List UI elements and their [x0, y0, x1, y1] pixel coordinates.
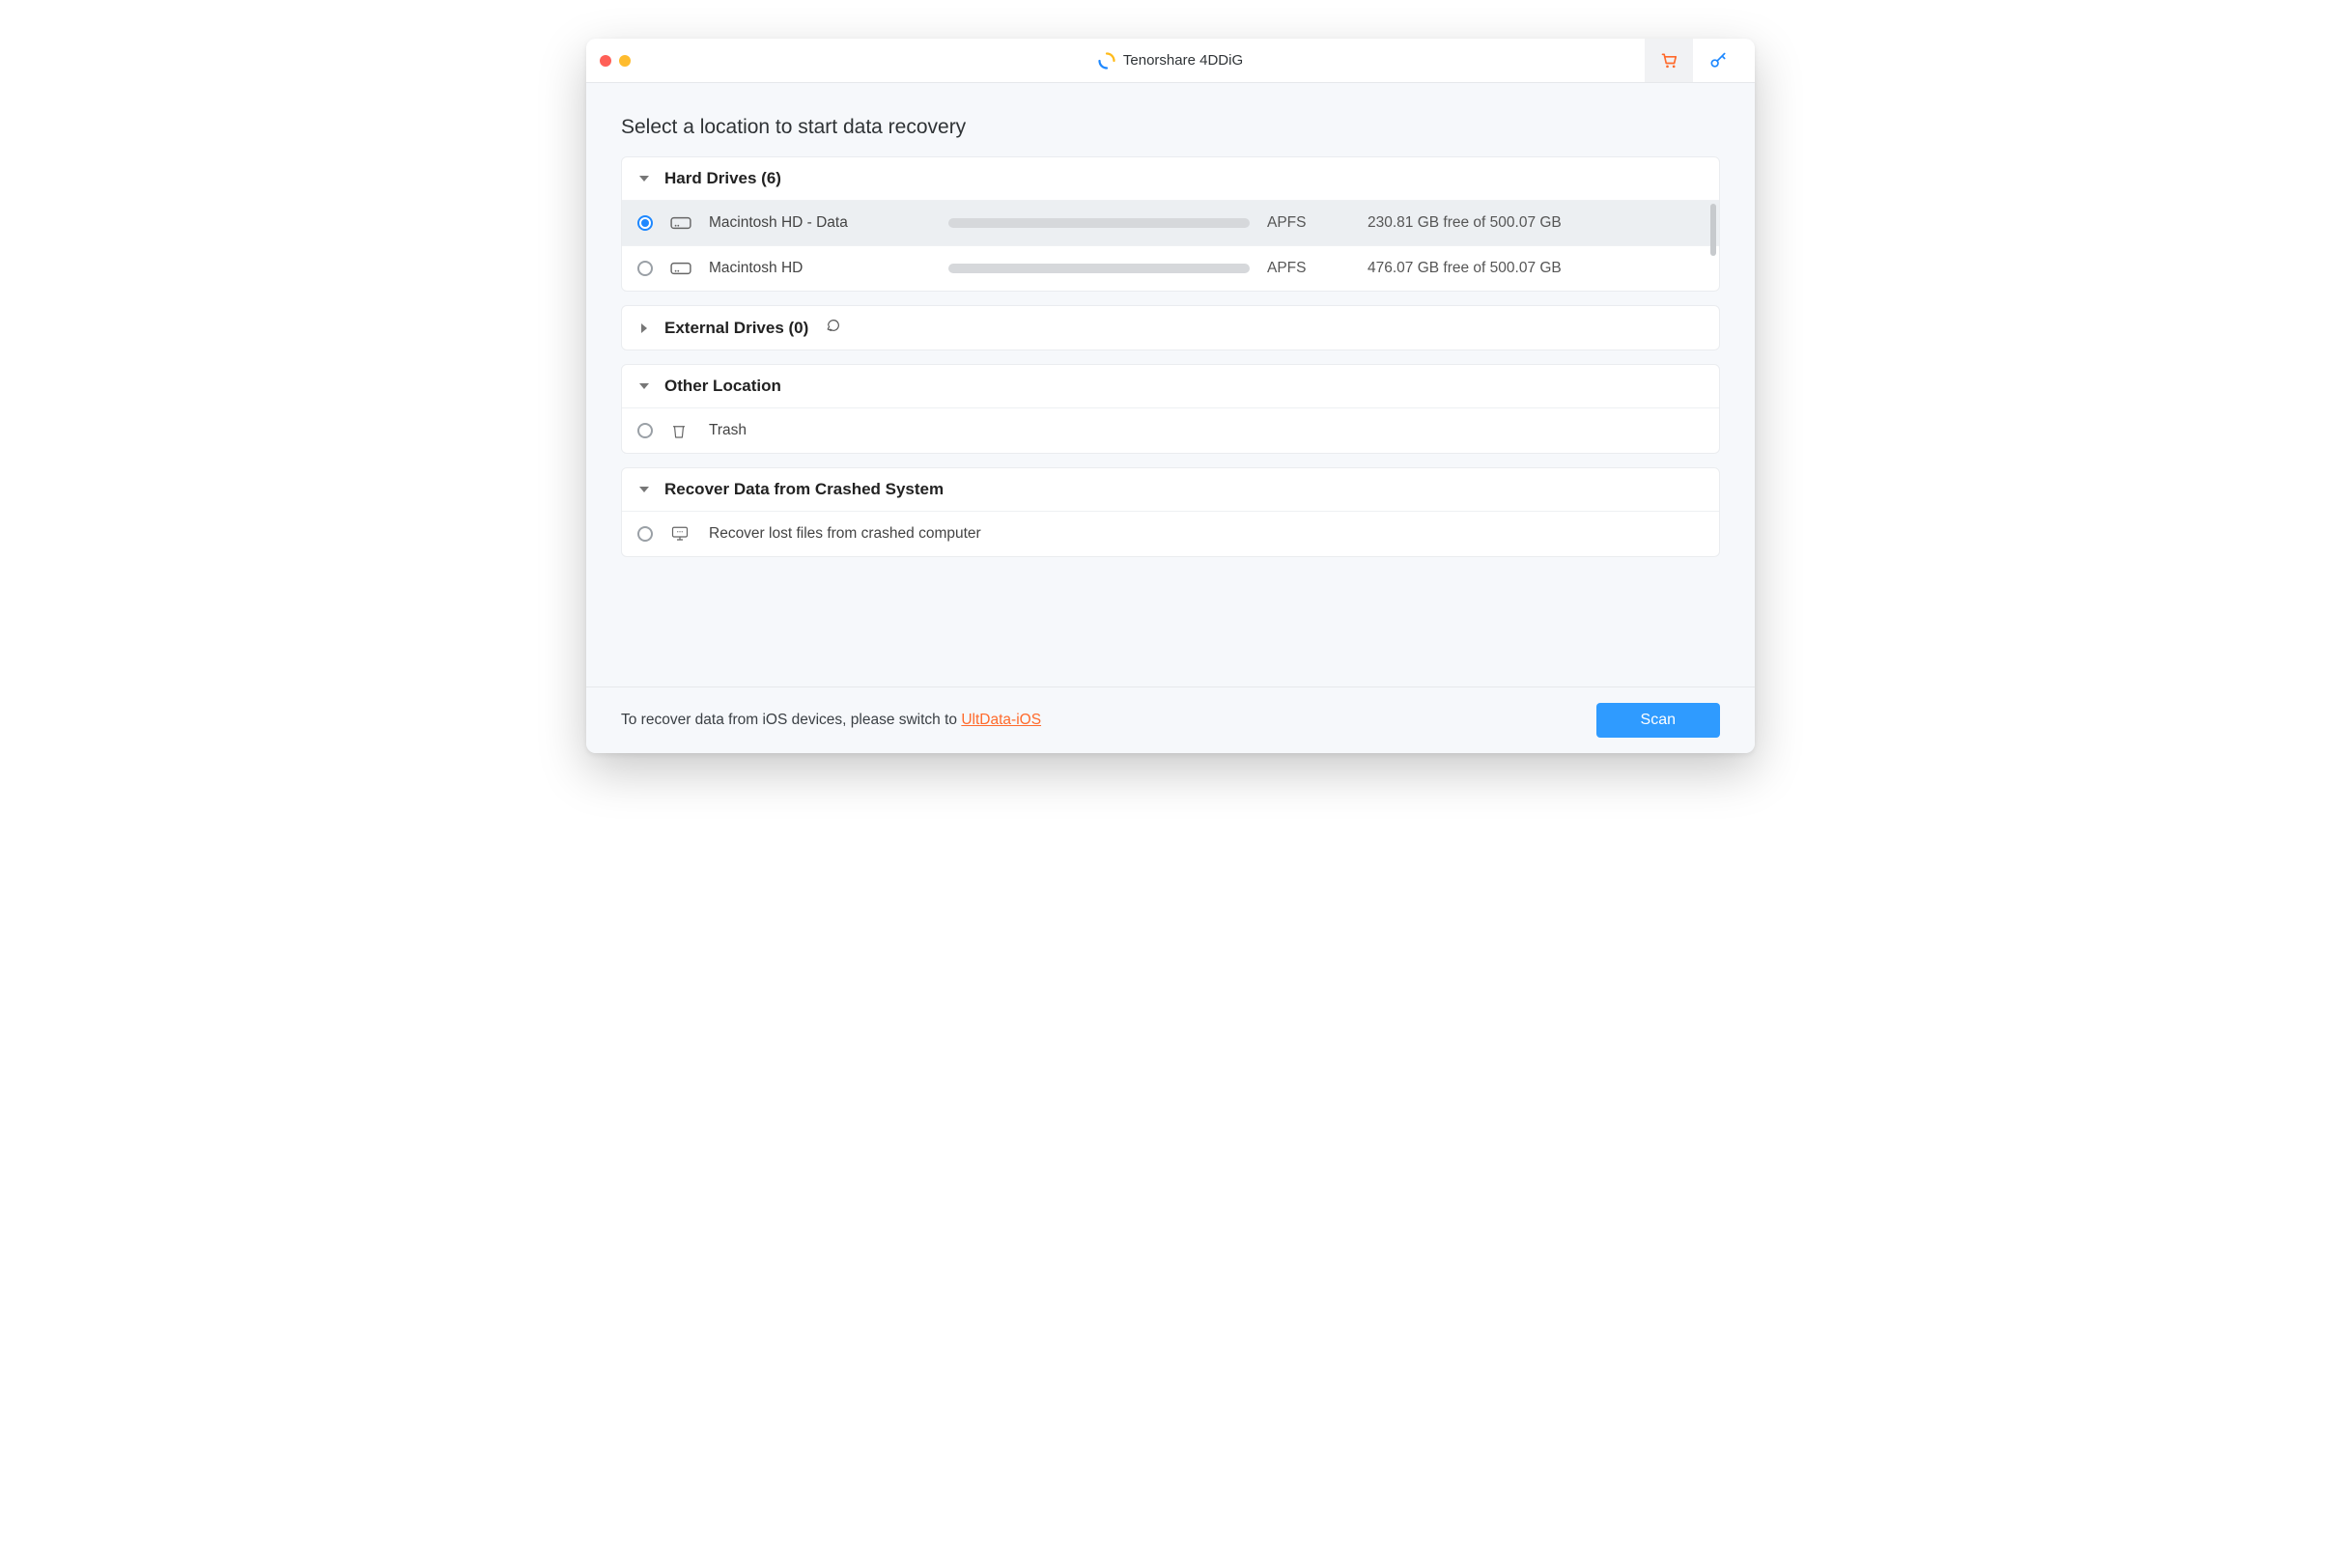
drive-radio[interactable]: [637, 215, 653, 231]
app-window: Tenorshare 4DDiG Select a location to st…: [586, 39, 1755, 753]
filesystem-label: APFS: [1267, 260, 1350, 277]
page-heading: Select a location to start data recovery: [621, 116, 1720, 139]
crashed-row[interactable]: Recover lost files from crashed computer: [622, 511, 1719, 556]
filesystem-label: APFS: [1267, 214, 1350, 232]
usage-bar: [948, 218, 1250, 228]
titlebar: Tenorshare 4DDiG: [586, 39, 1755, 83]
footer-prefix: To recover data from iOS devices, please…: [621, 712, 961, 728]
free-space-label: 230.81 GB free of 500.07 GB: [1368, 214, 1704, 232]
crashed-radio[interactable]: [637, 526, 653, 542]
location-radio[interactable]: [637, 423, 653, 438]
title-actions: [1645, 39, 1741, 82]
chevron-right-icon: [637, 322, 651, 335]
window-controls: [600, 55, 631, 67]
trash-icon: [670, 422, 691, 439]
drive-row-macintosh-hd-data[interactable]: Macintosh HD - Data APFS 230.81 GB free …: [622, 200, 1719, 245]
close-window-button[interactable]: [600, 55, 611, 67]
external-drives-label: External Drives (0): [664, 319, 808, 338]
key-icon: [1708, 51, 1728, 70]
crashed-system-header[interactable]: Recover Data from Crashed System: [622, 468, 1719, 511]
content-area: Select a location to start data recovery…: [586, 83, 1755, 686]
scrollbar-thumb[interactable]: [1710, 204, 1716, 256]
external-drives-header[interactable]: External Drives (0): [622, 306, 1719, 350]
external-drives-panel: External Drives (0): [621, 305, 1720, 350]
scan-button[interactable]: Scan: [1596, 703, 1720, 738]
drive-radio[interactable]: [637, 261, 653, 276]
free-space-label: 476.07 GB free of 500.07 GB: [1368, 260, 1704, 277]
usage-bar: [948, 264, 1250, 273]
crashed-system-panel: Recover Data from Crashed System Recover…: [621, 467, 1720, 557]
refresh-button[interactable]: [826, 318, 841, 338]
key-button[interactable]: [1693, 39, 1741, 82]
drive-name: Macintosh HD: [709, 260, 931, 277]
location-row-trash[interactable]: Trash: [622, 407, 1719, 453]
chevron-down-icon: [637, 172, 651, 185]
hard-drives-panel: Hard Drives (6) Macintosh HD - Data APFS…: [621, 156, 1720, 292]
other-location-header[interactable]: Other Location: [622, 365, 1719, 407]
drive-row-macintosh-hd[interactable]: Macintosh HD APFS 476.07 GB free of 500.…: [622, 245, 1719, 291]
chevron-down-icon: [637, 379, 651, 393]
title-center: Tenorshare 4DDiG: [586, 52, 1755, 70]
footer: To recover data from iOS devices, please…: [586, 686, 1755, 753]
hard-drive-icon: [670, 260, 691, 277]
refresh-icon: [826, 318, 841, 333]
app-logo-icon: [1098, 52, 1115, 70]
footer-text: To recover data from iOS devices, please…: [621, 712, 1041, 729]
other-location-panel: Other Location Trash: [621, 364, 1720, 454]
crashed-system-label: Recover Data from Crashed System: [664, 480, 944, 499]
cart-button[interactable]: [1645, 39, 1693, 82]
spacer: [621, 571, 1720, 686]
chevron-down-icon: [637, 483, 651, 496]
hard-drives-label: Hard Drives (6): [664, 169, 781, 188]
cart-icon: [1660, 51, 1679, 70]
crashed-description: Recover lost files from crashed computer: [709, 525, 981, 543]
other-location-label: Other Location: [664, 377, 781, 396]
hard-drive-icon: [670, 214, 691, 232]
drive-name: Macintosh HD - Data: [709, 214, 931, 232]
monitor-icon: [670, 525, 691, 543]
hard-drives-header[interactable]: Hard Drives (6): [622, 157, 1719, 200]
ultdata-ios-link[interactable]: UltData-iOS: [961, 712, 1041, 728]
location-name: Trash: [709, 422, 747, 439]
minimize-window-button[interactable]: [619, 55, 631, 67]
app-title: Tenorshare 4DDiG: [1123, 52, 1243, 69]
